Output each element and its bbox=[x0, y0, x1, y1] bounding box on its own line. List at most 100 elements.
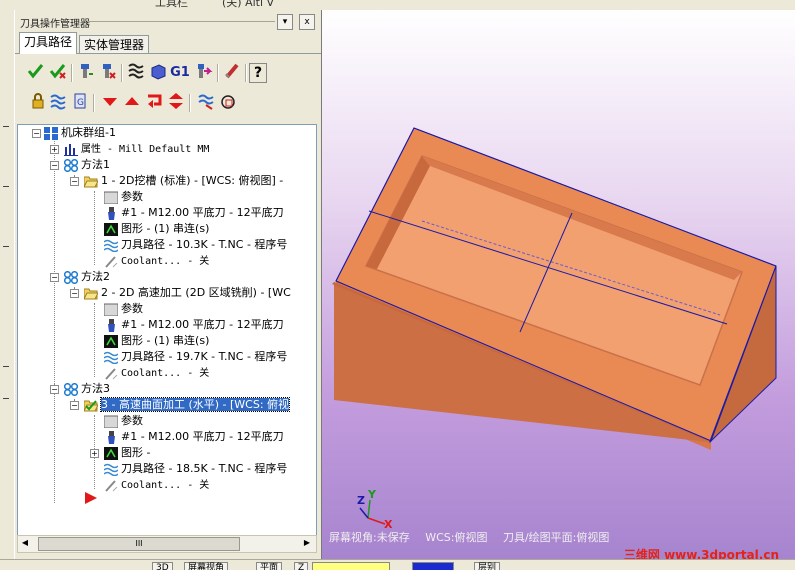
properties-label: 属性 - Mill Default MM bbox=[81, 144, 210, 155]
tab-solids-manager[interactable]: 实体管理器 bbox=[79, 35, 150, 54]
move-up-icon[interactable] bbox=[121, 92, 143, 114]
svg-text:G: G bbox=[77, 98, 84, 108]
endmill-icon bbox=[108, 430, 115, 444]
tab-toolpaths[interactable]: 刀具路径 bbox=[19, 32, 78, 54]
toolpath-group-1[interactable]: 方法1 bbox=[64, 157, 110, 173]
group1-collapse-toggle[interactable]: − bbox=[50, 161, 59, 170]
coolant-icon bbox=[105, 255, 118, 268]
panel-title: 刀具操作管理器 bbox=[20, 19, 90, 30]
backplot-icon[interactable] bbox=[125, 62, 147, 84]
high-speed-icon[interactable] bbox=[221, 62, 243, 84]
dock-tick bbox=[3, 366, 9, 367]
op2-tool-node[interactable]: #1 - M12.00 平底刀 - 12平底刀 bbox=[104, 317, 284, 333]
scroll-icon[interactable] bbox=[165, 92, 187, 114]
op2-collapse-toggle[interactable]: − bbox=[70, 289, 79, 298]
endmill-icon bbox=[108, 206, 115, 220]
root-collapse-toggle[interactable]: − bbox=[32, 129, 41, 138]
node-label: #1 - M12.00 平底刀 - 12平底刀 bbox=[121, 206, 284, 219]
op3-tool-node[interactable]: #1 - M12.00 平底刀 - 12平底刀 bbox=[104, 429, 284, 445]
group2-collapse-toggle[interactable]: − bbox=[50, 273, 59, 282]
select-all-ops-icon[interactable] bbox=[25, 62, 47, 84]
toolbar-label: 工具栏 bbox=[155, 0, 188, 9]
dock-tick bbox=[3, 186, 9, 187]
group3-collapse-toggle[interactable]: − bbox=[50, 385, 59, 394]
properties-expand-toggle[interactable]: + bbox=[50, 145, 59, 154]
status-bar: 3D 屏幕视角 平面 Z 层别 bbox=[0, 559, 795, 570]
op2-toolpath-node[interactable]: 刀具路径 - 19.7K - T.NC - 程序号 bbox=[104, 349, 287, 365]
graphics-viewport[interactable]: X Y Z 屏幕视角:未保存 WCS:俯视图 刀具/绘图平面:俯视图 三维网 w… bbox=[321, 10, 795, 559]
title-divider bbox=[87, 21, 275, 22]
select-dirty-ops-icon[interactable] bbox=[47, 62, 69, 84]
axis-y-label: Y bbox=[368, 488, 376, 501]
properties-icon bbox=[64, 143, 78, 156]
node-label: 刀具路径 - 19.7K - T.NC - 程序号 bbox=[121, 350, 288, 363]
toggle-posting-icon[interactable]: G bbox=[69, 92, 91, 114]
dock-tick bbox=[3, 126, 9, 127]
only-selected-display-icon[interactable] bbox=[195, 92, 217, 114]
post-selected-icon[interactable] bbox=[193, 62, 215, 84]
panel-close-button[interactable]: x bbox=[299, 14, 315, 30]
toolpath-wave-icon bbox=[104, 351, 118, 364]
op1-tool-node[interactable]: #1 - M12.00 平底刀 - 12平底刀 bbox=[104, 205, 284, 221]
parameters-folder-icon bbox=[104, 303, 118, 316]
regenerate-dirty-icon[interactable] bbox=[97, 62, 119, 84]
tool-plane-label: 刀具/绘图平面:俯视图 bbox=[502, 531, 610, 544]
open-folder-icon bbox=[84, 288, 98, 299]
toolpath-wave-icon bbox=[104, 463, 118, 476]
part-model bbox=[332, 127, 777, 525]
op2-geometry-node[interactable]: 图形 - (1) 串连(s) bbox=[104, 333, 209, 349]
toolbar-separator bbox=[71, 64, 73, 82]
top-toolbar-strip: 工具栏 (关) Altl V bbox=[0, 0, 795, 10]
op1-collapse-toggle[interactable]: − bbox=[70, 177, 79, 186]
op1-parameters-node[interactable]: 参数 bbox=[104, 189, 143, 205]
manager-toolbar-1: G1 ? bbox=[21, 60, 311, 86]
op3-geometry-node[interactable]: 图形 - bbox=[104, 445, 150, 461]
op3-coolant-node[interactable]: Coolant... - 关 bbox=[104, 477, 209, 493]
toggle-toolpath-display-icon[interactable] bbox=[47, 92, 69, 114]
geometry-icon bbox=[104, 334, 118, 348]
op3-geometry-expand-toggle[interactable]: + bbox=[90, 449, 99, 458]
scroll-left-arrow-icon[interactable]: ◀ bbox=[20, 538, 30, 548]
machine-group-label: 机床群组-1 bbox=[61, 126, 116, 139]
panel-menu-button[interactable]: ▾ bbox=[277, 14, 293, 30]
g1-post-button[interactable]: G1 bbox=[169, 62, 191, 84]
scroll-right-arrow-icon[interactable]: ▶ bbox=[302, 538, 312, 548]
properties-node[interactable]: 属性 - Mill Default MM bbox=[64, 141, 209, 157]
scrollbar-thumb[interactable]: III bbox=[38, 537, 240, 551]
op2-parameters-node[interactable]: 参数 bbox=[104, 301, 143, 317]
insert-arrow-icon[interactable] bbox=[143, 92, 165, 114]
regenerate-all-icon[interactable] bbox=[75, 62, 97, 84]
operation-2[interactable]: 2 - 2D 高速加工 (2D 区域铣削) - [WC bbox=[84, 285, 291, 301]
geometry-icon bbox=[104, 222, 118, 236]
op3-parameters-node[interactable]: 参数 bbox=[104, 413, 143, 429]
toolbar-separator bbox=[217, 64, 219, 82]
node-label: 参数 bbox=[121, 414, 143, 427]
op3-collapse-toggle[interactable]: − bbox=[70, 401, 79, 410]
show-associated-geometry-icon[interactable] bbox=[217, 92, 239, 114]
toolpath-group-icon bbox=[64, 158, 78, 172]
insert-position-arrow-icon[interactable] bbox=[84, 491, 98, 505]
toolpath-group-2[interactable]: 方法2 bbox=[64, 269, 110, 285]
lock-icon[interactable] bbox=[27, 92, 49, 114]
geometry-icon bbox=[104, 446, 118, 460]
move-down-icon[interactable] bbox=[99, 92, 121, 114]
toolpath-group-3[interactable]: 方法3 bbox=[64, 381, 110, 397]
toolbar-separator bbox=[245, 64, 247, 82]
tree-connector bbox=[94, 303, 95, 377]
op2-coolant-node[interactable]: Coolant... - 关 bbox=[104, 365, 209, 381]
tree-connector bbox=[54, 141, 55, 384]
help-button[interactable]: ? bbox=[249, 63, 267, 83]
op1-geometry-node[interactable]: 图形 - (1) 串连(s) bbox=[104, 221, 209, 237]
operation-1[interactable]: 1 - 2D挖槽 (标准) - [WCS: 俯视图] - bbox=[84, 173, 283, 189]
op3-toolpath-node[interactable]: 刀具路径 - 18.5K - T.NC - 程序号 bbox=[104, 461, 287, 477]
node-label: 图形 - bbox=[121, 446, 151, 459]
toolpath-wave-icon bbox=[104, 239, 118, 252]
tree-horizontal-scrollbar[interactable]: ◀ III ▶ bbox=[17, 535, 317, 553]
wcs-label: WCS:俯视图 bbox=[425, 531, 488, 544]
op1-coolant-node[interactable]: Coolant... - 关 bbox=[104, 253, 209, 269]
machine-group-node[interactable]: 机床群组-1 bbox=[44, 125, 116, 141]
operation-3-selected[interactable]: 3 - 高速曲面加工 (水平) - [WCS: 俯视 bbox=[84, 397, 291, 413]
verify-icon[interactable] bbox=[147, 62, 169, 84]
op1-toolpath-node[interactable]: 刀具路径 - 10.3K - T.NC - 程序号 bbox=[104, 237, 287, 253]
node-label: #1 - M12.00 平底刀 - 12平底刀 bbox=[121, 318, 284, 331]
